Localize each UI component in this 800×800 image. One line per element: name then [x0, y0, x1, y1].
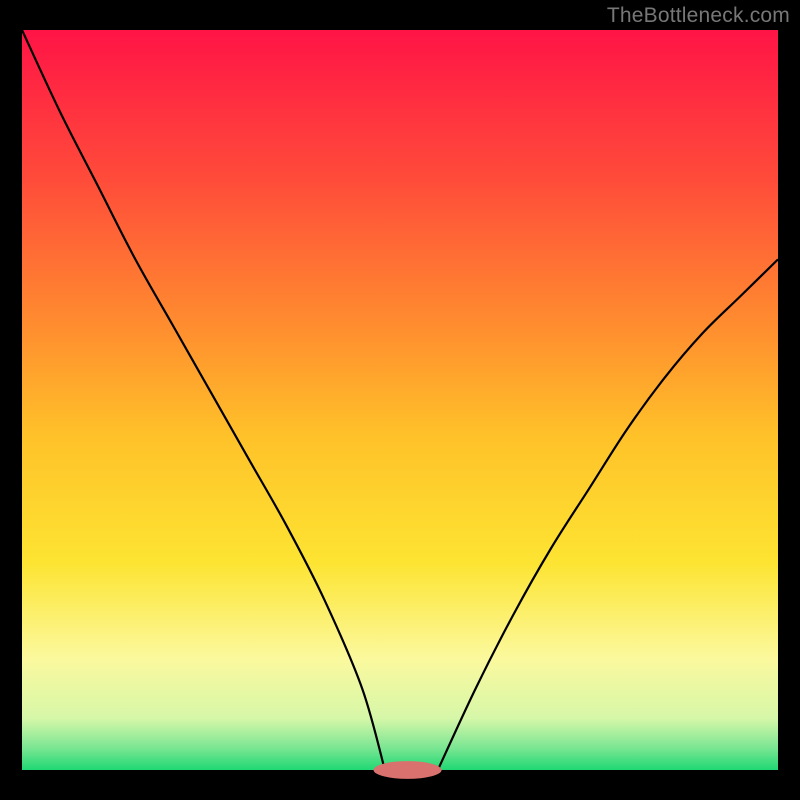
bottleneck-chart — [0, 0, 800, 800]
bottleneck-marker — [374, 761, 442, 779]
chart-frame: TheBottleneck.com — [0, 0, 800, 800]
watermark-text: TheBottleneck.com — [607, 4, 790, 28]
plot-background — [22, 30, 778, 770]
